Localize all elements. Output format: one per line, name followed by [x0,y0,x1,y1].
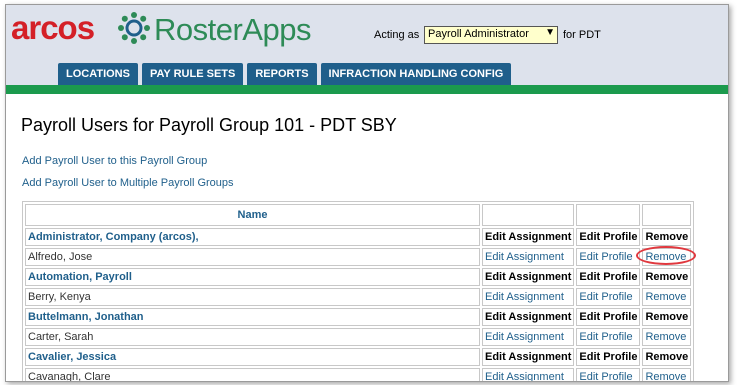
chevron-down-icon: ▼ [545,27,555,38]
user-name: Carter, Sarah [25,328,480,346]
edit-assignment-link[interactable]: Edit Assignment [482,368,575,381]
acting-for-label: for PDT [563,29,601,41]
edit-profile-label: Edit Profile [576,228,641,246]
user-name[interactable]: Cavalier, Jessica [25,348,480,366]
edit-assignment-label: Edit Assignment [482,268,575,286]
acting-as-label: Acting as [374,29,420,41]
user-name: Cavanagh, Clare [25,368,480,381]
tab-locations[interactable]: LOCATIONS [58,63,138,85]
edit-profile-label: Edit Profile [576,308,641,326]
acting-as-value: Payroll Administrator [428,28,529,40]
tab-infraction-handling-config[interactable]: INFRACTION HANDLING CONFIG [320,63,512,85]
table-row: Cavalier, Jessica Edit Assignment Edit P… [25,348,692,366]
edit-assignment-label: Edit Assignment [482,228,575,246]
header: arcos RosterApps Acting as Payroll Admin… [6,5,728,85]
rosterapps-logo-text: RosterApps [154,12,311,47]
payroll-users-table: Name Administrator, Company (arcos), Edi… [22,201,695,381]
table-row: Carter, Sarah Edit Assignment Edit Profi… [25,328,692,346]
edit-profile-label: Edit Profile [576,348,641,366]
table-row: Cavanagh, Clare Edit Assignment Edit Pro… [25,368,692,381]
header-divider [6,85,728,94]
acting-as-select[interactable]: Payroll Administrator ▼ [424,26,558,44]
add-payroll-user-link[interactable]: Add Payroll User to this Payroll Group [22,155,207,167]
remove-link[interactable]: Remove [642,328,692,346]
user-name[interactable]: Automation, Payroll [25,268,480,286]
column-header-assignment [482,204,575,226]
table-row: Automation, Payroll Edit Assignment Edit… [25,268,692,286]
edit-assignment-link[interactable]: Edit Assignment [482,248,575,266]
column-header-name: Name [25,204,480,226]
main-nav-tabs: LOCATIONS PAY RULE SETS REPORTS INFRACTI… [58,63,512,85]
remove-link[interactable]: Remove [642,368,692,381]
remove-label: Remove [642,308,692,326]
table-row: Alfredo, Jose Edit Assignment Edit Profi… [25,248,692,266]
tab-reports[interactable]: REPORTS [247,63,317,85]
table-row: Berry, Kenya Edit Assignment Edit Profil… [25,288,692,306]
table-row: Administrator, Company (arcos), Edit Ass… [25,228,692,246]
user-name: Berry, Kenya [25,288,480,306]
remove-link-highlight-circle [636,246,696,265]
table-row: Buttelmann, Jonathan Edit Assignment Edi… [25,308,692,326]
user-name[interactable]: Administrator, Company (arcos), [25,228,480,246]
app-window: arcos RosterApps Acting as Payroll Admin… [5,4,729,382]
edit-assignment-link[interactable]: Edit Assignment [482,288,575,306]
remove-label: Remove [642,348,692,366]
edit-profile-link[interactable]: Edit Profile [576,368,641,381]
column-header-remove [642,204,692,226]
edit-profile-label: Edit Profile [576,268,641,286]
edit-profile-link[interactable]: Edit Profile [576,248,641,266]
remove-link[interactable]: Remove [642,288,692,306]
remove-label: Remove [642,228,692,246]
arcos-logo: arcos [11,9,95,46]
add-payroll-user-multiple-link[interactable]: Add Payroll User to Multiple Payroll Gro… [22,177,234,189]
edit-profile-link[interactable]: Edit Profile [576,328,641,346]
page-title: Payroll Users for Payroll Group 101 - PD… [21,115,397,135]
edit-assignment-label: Edit Assignment [482,348,575,366]
table-header-row: Name [25,204,692,226]
edit-profile-link[interactable]: Edit Profile [576,288,641,306]
user-name: Alfredo, Jose [25,248,480,266]
column-header-profile [576,204,641,226]
edit-assignment-link[interactable]: Edit Assignment [482,328,575,346]
tab-pay-rule-sets[interactable]: PAY RULE SETS [141,63,244,85]
remove-label: Remove [642,268,692,286]
user-name[interactable]: Buttelmann, Jonathan [25,308,480,326]
edit-assignment-label: Edit Assignment [482,308,575,326]
rosterapps-logo-icon [118,12,150,44]
